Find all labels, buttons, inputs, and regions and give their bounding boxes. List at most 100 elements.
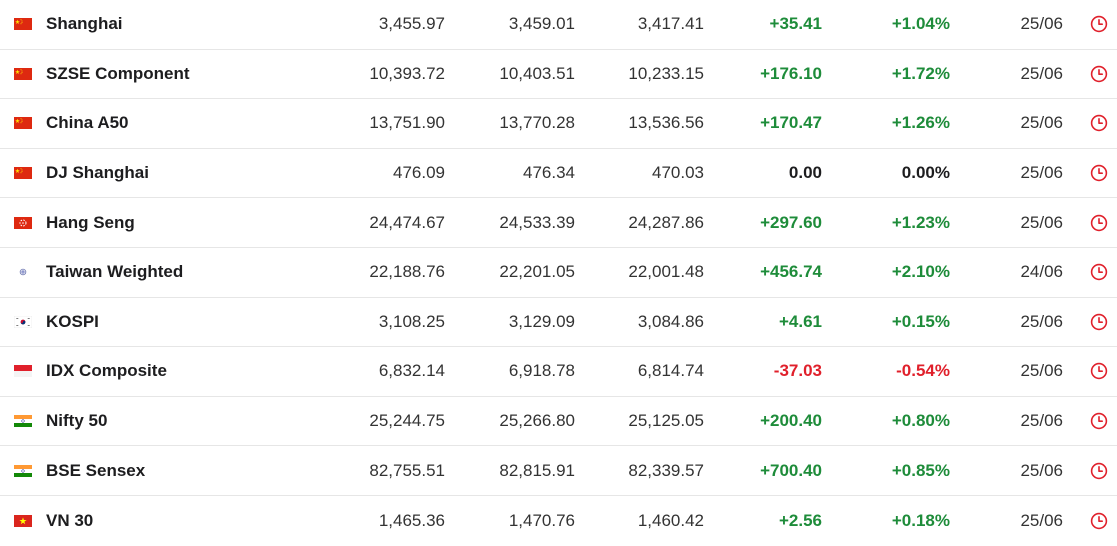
last-price: 3,455.97 [378, 14, 445, 34]
index-name-link[interactable]: IDX Composite [46, 361, 167, 381]
change-value: 0.00 [788, 163, 822, 183]
index-name-link[interactable]: DJ Shanghai [46, 163, 149, 183]
clock-icon[interactable] [1090, 65, 1108, 83]
change-percent: +1.72% [891, 63, 950, 83]
high-price: 3,459.01 [508, 14, 575, 34]
high-price: 24,533.39 [499, 212, 575, 232]
table-row[interactable]: DJ Shanghai 476.09 476.34 470.03 0.00 0.00% 25… [0, 149, 1117, 199]
high-price: 476.34 [523, 163, 575, 183]
last-price: 82,755.51 [369, 460, 445, 480]
last-price: 10,393.72 [369, 63, 445, 83]
low-price: 3,084.86 [637, 311, 704, 331]
index-name-link[interactable]: KOSPI [46, 312, 99, 332]
clock-icon[interactable] [1090, 114, 1108, 132]
change-value: +700.40 [760, 460, 822, 480]
table-row[interactable]: Shanghai 3,455.97 3,459.01 3,417.41 +35.41 +1… [0, 0, 1117, 50]
last-update-date: 25/06 [1020, 63, 1063, 83]
low-price: 82,339.57 [628, 460, 704, 480]
index-name-link[interactable]: China A50 [46, 113, 129, 133]
last-update-date: 25/06 [1020, 510, 1063, 530]
change-percent: +2.10% [891, 262, 950, 282]
low-price: 470.03 [652, 163, 704, 183]
last-price: 13,751.90 [369, 113, 445, 133]
change-percent: +1.26% [891, 113, 950, 133]
change-value: +170.47 [760, 113, 822, 133]
clock-icon[interactable] [1090, 313, 1108, 331]
index-name-link[interactable]: Nifty 50 [46, 411, 107, 431]
clock-icon[interactable] [1090, 462, 1108, 480]
cn-flag-icon [14, 67, 32, 80]
high-price: 82,815.91 [499, 460, 575, 480]
last-price: 24,474.67 [369, 212, 445, 232]
vn-flag-icon [14, 514, 32, 527]
change-value: +35.41 [769, 14, 822, 34]
index-name-link[interactable]: VN 30 [46, 511, 93, 531]
tw-flag-icon [14, 266, 32, 278]
high-price: 22,201.05 [499, 262, 575, 282]
low-price: 6,814.74 [637, 361, 704, 381]
clock-icon[interactable] [1090, 362, 1108, 380]
clock-icon[interactable] [1090, 15, 1108, 33]
low-price: 13,536.56 [628, 113, 704, 133]
high-price: 1,470.76 [508, 510, 575, 530]
change-percent: +1.04% [891, 14, 950, 34]
change-percent: +1.23% [891, 212, 950, 232]
change-value: +4.61 [778, 311, 822, 331]
index-name-link[interactable]: Hang Seng [46, 213, 135, 233]
table-row[interactable]: Nifty 50 25,244.75 25,266.80 25,125.05 +200.… [0, 397, 1117, 447]
in-flag-icon [14, 415, 32, 428]
index-name-link[interactable]: SZSE Component [46, 64, 190, 84]
last-price: 1,465.36 [378, 510, 445, 530]
high-price: 25,266.80 [499, 411, 575, 431]
last-update-date: 25/06 [1020, 14, 1063, 34]
last-update-date: 25/06 [1020, 361, 1063, 381]
table-row[interactable]: China A50 13,751.90 13,770.28 13,536.56 +170… [0, 99, 1117, 149]
last-update-date: 25/06 [1020, 460, 1063, 480]
high-price: 10,403.51 [499, 63, 575, 83]
index-name-link[interactable]: BSE Sensex [46, 461, 145, 481]
table-row[interactable]: Taiwan Weighted 22,188.76 22,201.05 22,001.… [0, 248, 1117, 298]
clock-icon[interactable] [1090, 164, 1108, 182]
cn-flag-icon [14, 18, 32, 31]
last-update-date: 25/06 [1020, 311, 1063, 331]
last-update-date: 25/06 [1020, 163, 1063, 183]
table-row[interactable]: VN 30 1,465.36 1,470.76 1,460.42 +2.56 +0.18%… [0, 496, 1117, 546]
change-percent: -0.54% [896, 361, 950, 381]
last-update-date: 25/06 [1020, 212, 1063, 232]
clock-icon[interactable] [1090, 512, 1108, 530]
table-row[interactable]: Hang Seng 24,474.67 24,533.39 24,287.86 +297… [0, 198, 1117, 248]
last-price: 22,188.76 [369, 262, 445, 282]
table-row[interactable]: SZSE Component 10,393.72 10,403.51 10,233.1… [0, 50, 1117, 100]
high-price: 6,918.78 [508, 361, 575, 381]
clock-icon[interactable] [1090, 412, 1108, 430]
in-flag-icon [14, 464, 32, 477]
change-value: +176.10 [760, 63, 822, 83]
cn-flag-icon [14, 167, 32, 180]
last-price: 25,244.75 [369, 411, 445, 431]
low-price: 3,417.41 [637, 14, 704, 34]
change-value: +2.56 [778, 510, 822, 530]
table-row[interactable]: BSE Sensex 82,755.51 82,815.91 82,339.57 +70… [0, 446, 1117, 496]
clock-icon[interactable] [1090, 214, 1108, 232]
change-percent: +0.80% [891, 411, 950, 431]
change-percent: +0.85% [891, 460, 950, 480]
index-name-link[interactable]: Shanghai [46, 14, 123, 34]
cn-flag-icon [14, 117, 32, 130]
change-value: +200.40 [760, 411, 822, 431]
last-update-date: 25/06 [1020, 411, 1063, 431]
kr-flag-icon [14, 315, 32, 328]
last-price: 6,832.14 [378, 361, 445, 381]
last-price: 476.09 [393, 163, 445, 183]
high-price: 13,770.28 [499, 113, 575, 133]
last-update-date: 25/06 [1020, 113, 1063, 133]
change-percent: 0.00% [901, 163, 950, 183]
high-price: 3,129.09 [508, 311, 575, 331]
table-row[interactable]: IDX Composite 6,832.14 6,918.78 6,814.74 -37… [0, 347, 1117, 397]
change-value: -37.03 [773, 361, 822, 381]
market-indices-table: Shanghai 3,455.97 3,459.01 3,417.41 +35.41 +1… [0, 0, 1117, 546]
clock-icon[interactable] [1090, 263, 1108, 281]
change-percent: +0.15% [891, 311, 950, 331]
index-name-link[interactable]: Taiwan Weighted [46, 262, 183, 282]
id-flag-icon [14, 365, 32, 378]
table-row[interactable]: KOSPI 3,108.25 3,129.09 3,084.86 +4.61 +0.15%… [0, 298, 1117, 348]
